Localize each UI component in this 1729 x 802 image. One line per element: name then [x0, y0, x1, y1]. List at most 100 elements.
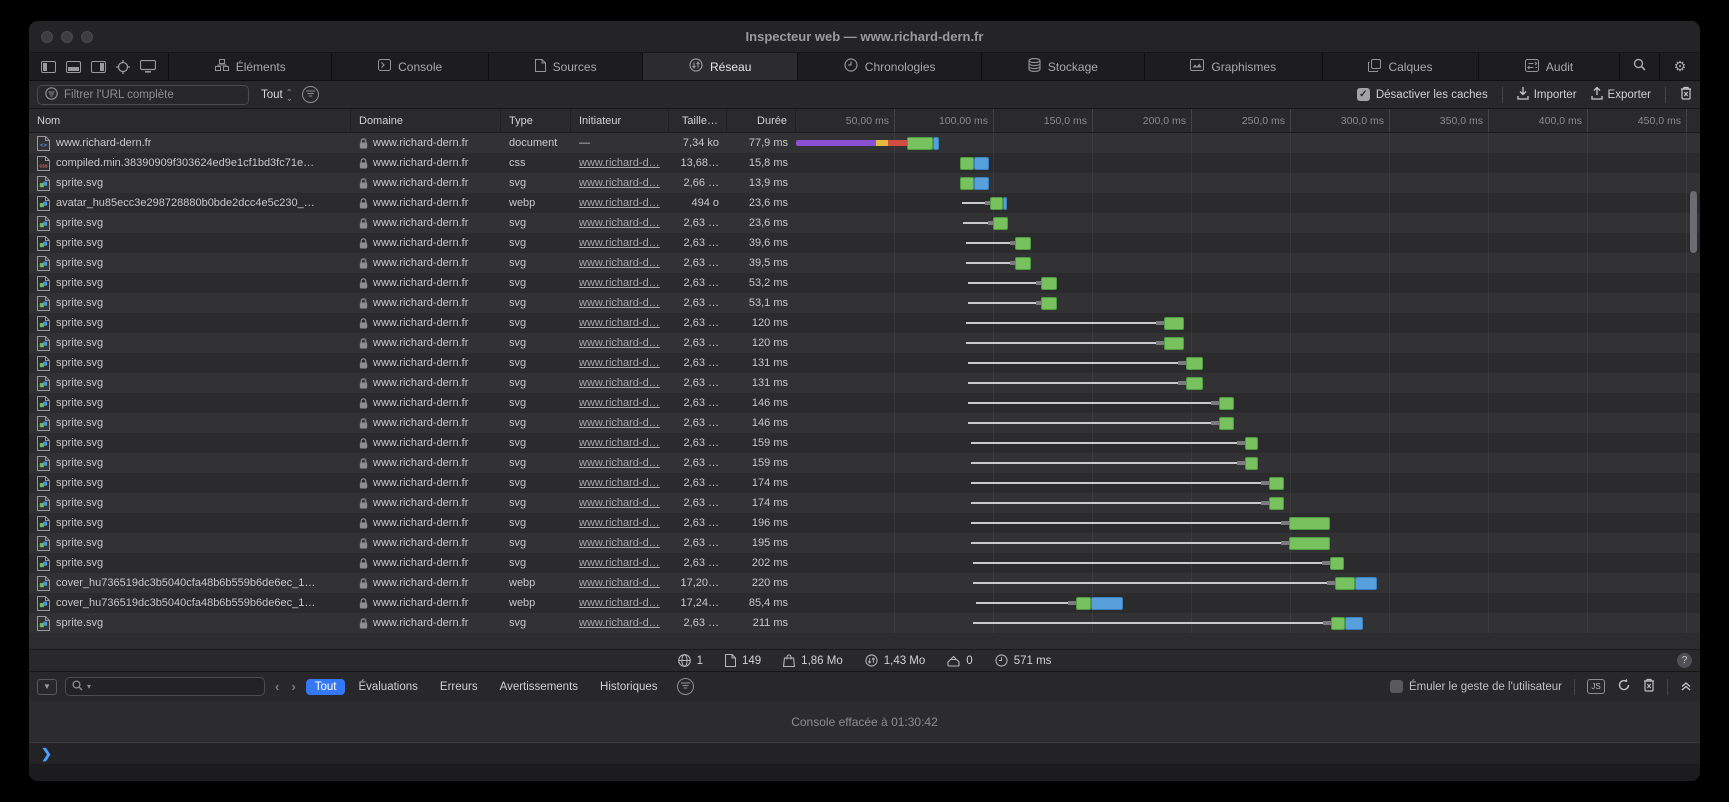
table-row[interactable]: sprite.svgwww.richard-dern.frsvgwww.rich…	[29, 473, 1700, 493]
column-header-initiateur[interactable]: Initiateur	[571, 109, 669, 132]
console-prompt[interactable]: ❯	[29, 743, 1700, 765]
initiator-link[interactable]: www.richard-d…	[579, 197, 660, 209]
console-filter-button[interactable]	[677, 678, 694, 695]
initiator-link[interactable]: www.richard-d…	[579, 537, 660, 549]
dock-left-icon[interactable]	[41, 61, 56, 73]
search-button[interactable]	[1620, 53, 1660, 80]
clear-console-icon[interactable]	[1643, 678, 1655, 695]
column-header-type[interactable]: Type	[501, 109, 571, 132]
table-row[interactable]: sprite.svgwww.richard-dern.frsvgwww.rich…	[29, 513, 1700, 533]
initiator-link[interactable]: www.richard-d…	[579, 557, 660, 569]
initiator-link[interactable]: www.richard-d…	[579, 297, 660, 309]
initiator-link[interactable]: www.richard-d…	[579, 577, 660, 589]
tab-chronologies[interactable]: Chronologies	[798, 53, 982, 80]
emulate-user-gesture-checkbox[interactable]: Émuler le geste de l'utilisateur	[1390, 680, 1562, 693]
initiator-link[interactable]: www.richard-d…	[579, 477, 660, 489]
column-header-taille[interactable]: Taille…	[669, 109, 727, 132]
waterfall-bar[interactable]	[968, 373, 1203, 393]
url-filter-input[interactable]: Filtrer l'URL complète	[37, 85, 249, 105]
table-row[interactable]: cover_hu736519dc3b5040cfa48b6b559b6de6ec…	[29, 573, 1700, 593]
table-row[interactable]: sprite.svgwww.richard-dern.frsvgwww.rich…	[29, 313, 1700, 333]
initiator-link[interactable]: www.richard-d…	[579, 237, 660, 249]
element-picker-icon[interactable]	[116, 60, 130, 74]
initiator-link[interactable]: www.richard-d…	[579, 617, 660, 629]
disable-caches-checkbox[interactable]: ✓ Désactiver les caches	[1357, 88, 1488, 101]
tab-reseau[interactable]: Réseau	[643, 53, 798, 80]
table-row[interactable]: sprite.svgwww.richard-dern.frsvgwww.rich…	[29, 393, 1700, 413]
waterfall-bar[interactable]	[966, 313, 1184, 333]
table-row[interactable]: sprite.svgwww.richard-dern.frsvgwww.rich…	[29, 353, 1700, 373]
initiator-link[interactable]: www.richard-d…	[579, 597, 660, 609]
table-row[interactable]: sprite.svgwww.richard-dern.frsvgwww.rich…	[29, 233, 1700, 253]
tab-elements[interactable]: Éléments	[169, 53, 332, 80]
table-row[interactable]: sprite.svgwww.richard-dern.frsvgwww.rich…	[29, 273, 1700, 293]
waterfall-bar[interactable]	[968, 393, 1234, 413]
initiator-link[interactable]: www.richard-d…	[579, 217, 660, 229]
waterfall-bar[interactable]	[971, 433, 1258, 453]
vertical-scrollbar-thumb[interactable]	[1690, 191, 1697, 253]
waterfall-bar[interactable]	[971, 513, 1330, 533]
waterfall-bar[interactable]	[971, 453, 1258, 473]
initiator-link[interactable]: www.richard-d…	[579, 397, 660, 409]
column-header-duree[interactable]: Durée	[727, 109, 796, 132]
column-header-nom[interactable]: Nom	[29, 109, 351, 132]
table-row[interactable]: sprite.svgwww.richard-dern.frsvgwww.rich…	[29, 293, 1700, 313]
waterfall-bar[interactable]	[968, 293, 1057, 313]
waterfall-bar[interactable]	[968, 413, 1234, 433]
table-row[interactable]: sprite.svgwww.richard-dern.frsvgwww.rich…	[29, 433, 1700, 453]
help-button[interactable]: ?	[1677, 653, 1692, 668]
console-tab-historiques[interactable]: Historiques	[591, 679, 667, 695]
initiator-link[interactable]: www.richard-d…	[579, 497, 660, 509]
waterfall-bar[interactable]	[976, 593, 1123, 613]
resource-type-select[interactable]: Tout ⌃⌃	[261, 89, 292, 101]
initiator-link[interactable]: www.richard-d…	[579, 157, 660, 169]
waterfall-bar[interactable]	[973, 613, 1363, 633]
table-row[interactable]: sprite.svgwww.richard-dern.frsvgwww.rich…	[29, 453, 1700, 473]
waterfall-bar[interactable]	[971, 493, 1284, 513]
initiator-link[interactable]: www.richard-d…	[579, 357, 660, 369]
console-scope-button[interactable]: ▼	[37, 679, 57, 695]
waterfall-bar[interactable]	[966, 333, 1184, 353]
previous-result-button[interactable]: ‹	[273, 679, 281, 694]
tab-calques[interactable]: Calques	[1323, 53, 1479, 80]
tab-audit[interactable]: Audit	[1479, 53, 1620, 80]
initiator-link[interactable]: www.richard-d…	[579, 317, 660, 329]
initiator-link[interactable]: www.richard-d…	[579, 417, 660, 429]
waterfall-bar[interactable]	[962, 193, 1007, 213]
tab-console[interactable]: Console	[332, 53, 488, 80]
console-tab-erreurs[interactable]: Erreurs	[431, 679, 487, 695]
table-row[interactable]: sprite.svgwww.richard-dern.frsvgwww.rich…	[29, 613, 1700, 633]
tab-graphismes[interactable]: Graphismes	[1145, 53, 1323, 80]
initiator-link[interactable]: www.richard-d…	[579, 377, 660, 389]
dock-right-icon[interactable]	[91, 61, 106, 73]
initiator-link[interactable]: www.richard-d…	[579, 457, 660, 469]
initiator-link[interactable]: www.richard-d…	[579, 337, 660, 349]
console-tab-tout[interactable]: Tout	[306, 679, 346, 695]
device-icon[interactable]	[140, 60, 156, 73]
js-context-icon[interactable]: JS	[1587, 679, 1605, 694]
table-row[interactable]: sprite.svgwww.richard-dern.frsvgwww.rich…	[29, 333, 1700, 353]
table-row[interactable]: csscompiled.min.38390909f303624ed9e1cf1b…	[29, 153, 1700, 173]
reload-icon[interactable]	[1617, 678, 1631, 695]
console-tab-evaluations[interactable]: Évaluations	[349, 679, 426, 695]
console-tab-avertissements[interactable]: Avertissements	[491, 679, 587, 695]
table-row[interactable]: <>www.richard-dern.frwww.richard-dern.fr…	[29, 133, 1700, 153]
table-row[interactable]: sprite.svgwww.richard-dern.frsvgwww.rich…	[29, 553, 1700, 573]
tab-sources[interactable]: Sources	[489, 53, 643, 80]
initiator-link[interactable]: www.richard-d…	[579, 277, 660, 289]
waterfall-bar[interactable]	[971, 473, 1284, 493]
table-row[interactable]: sprite.svgwww.richard-dern.frsvgwww.rich…	[29, 493, 1700, 513]
column-header-domaine[interactable]: Domaine	[351, 109, 501, 132]
waterfall-bar[interactable]	[971, 533, 1330, 553]
initiator-link[interactable]: www.richard-d…	[579, 257, 660, 269]
console-search-input[interactable]: ▾	[65, 677, 265, 696]
table-row[interactable]: sprite.svgwww.richard-dern.frsvgwww.rich…	[29, 373, 1700, 393]
initiator-link[interactable]: www.richard-d…	[579, 437, 660, 449]
import-button[interactable]: Importer	[1517, 87, 1577, 103]
waterfall-bar[interactable]	[966, 253, 1031, 273]
waterfall-bar[interactable]	[966, 233, 1031, 253]
dock-bottom-icon[interactable]	[66, 61, 81, 73]
table-row[interactable]: sprite.svgwww.richard-dern.frsvgwww.rich…	[29, 253, 1700, 273]
waterfall-bar[interactable]	[960, 153, 989, 173]
waterfall-bar[interactable]	[796, 133, 939, 153]
